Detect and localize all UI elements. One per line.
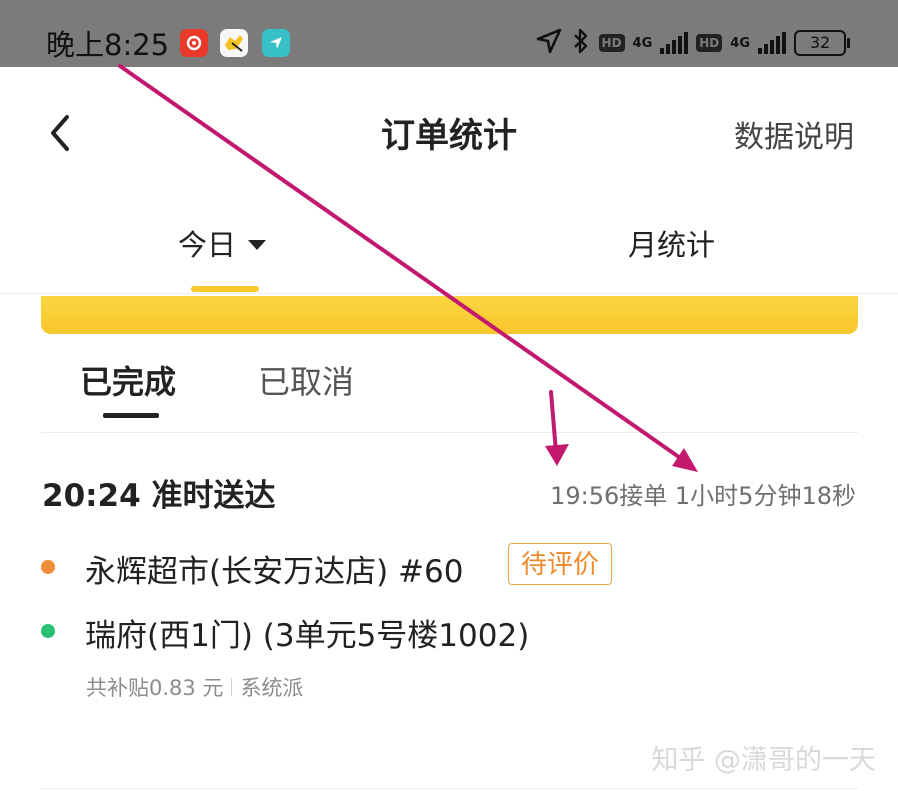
hd-badge-2: HD <box>696 34 723 52</box>
annotation-arrow-vertical <box>549 390 558 454</box>
bluetooth-icon <box>571 27 591 59</box>
dispatch-type: 系统派 <box>240 676 304 700</box>
subtab-cancelled[interactable]: 已取消 <box>258 357 354 403</box>
annotation-arrowhead-vertical <box>545 444 569 466</box>
delivery-address: 瑞府(西1门) (3单元5号楼1002) <box>85 618 530 654</box>
divider <box>41 432 858 433</box>
netease-music-icon <box>180 29 208 57</box>
divider <box>41 788 858 789</box>
pickup-store-name: 永辉超市(长安万达店) #60 <box>85 554 464 590</box>
hd-badge: HD <box>598 34 625 52</box>
order-accepted-info: 19:56接单 1小时5分钟18秒 <box>550 482 856 510</box>
active-tab-indicator <box>191 286 259 292</box>
caret-down-icon <box>248 240 267 250</box>
meituan-app-icon <box>220 29 248 57</box>
tab-month-stats[interactable]: 月统计 <box>628 222 715 264</box>
status-indicators: HD 4G HD 4G 32 <box>535 26 850 60</box>
signal-icon <box>660 32 689 54</box>
data-explanation-link[interactable]: 数据说明 <box>734 112 854 156</box>
tab-today-label: 今日 <box>178 228 237 262</box>
subtab-completed[interactable]: 已完成 <box>80 357 176 403</box>
signal-icon-2 <box>758 32 786 54</box>
subsidy-text: 共补贴0.83 元 <box>86 676 224 700</box>
delivery-status: 准时送达 <box>151 478 276 514</box>
annotation-arrowhead-diagonal <box>672 448 698 472</box>
divider <box>0 293 898 294</box>
tab-today[interactable]: 今日 <box>178 222 267 264</box>
network-label-2: 4G <box>730 35 750 51</box>
pending-review-badge[interactable]: 待评价 <box>508 543 613 585</box>
location-app-icon <box>262 29 290 57</box>
battery-icon: 32 <box>794 30 850 56</box>
order-delivered-info[interactable]: 20:24 准时送达 <box>42 470 275 515</box>
active-subtab-indicator <box>103 413 159 418</box>
delivered-time: 20:24 <box>42 478 141 514</box>
status-time: 晚上8:25 <box>46 28 170 62</box>
gps-arrow-icon <box>535 27 563 59</box>
order-meta: 共补贴0.83 元 系统派 <box>86 672 303 702</box>
delivery-dot-icon <box>41 624 55 638</box>
summary-card <box>41 296 858 334</box>
network-label: 4G <box>632 35 653 51</box>
watermark: 知乎 @潇哥的一天 <box>651 745 876 776</box>
status-bar: 晚上8:25 HD 4G HD 4G 32 <box>0 0 898 67</box>
meta-separator <box>231 678 233 696</box>
pickup-dot-icon <box>41 560 55 574</box>
